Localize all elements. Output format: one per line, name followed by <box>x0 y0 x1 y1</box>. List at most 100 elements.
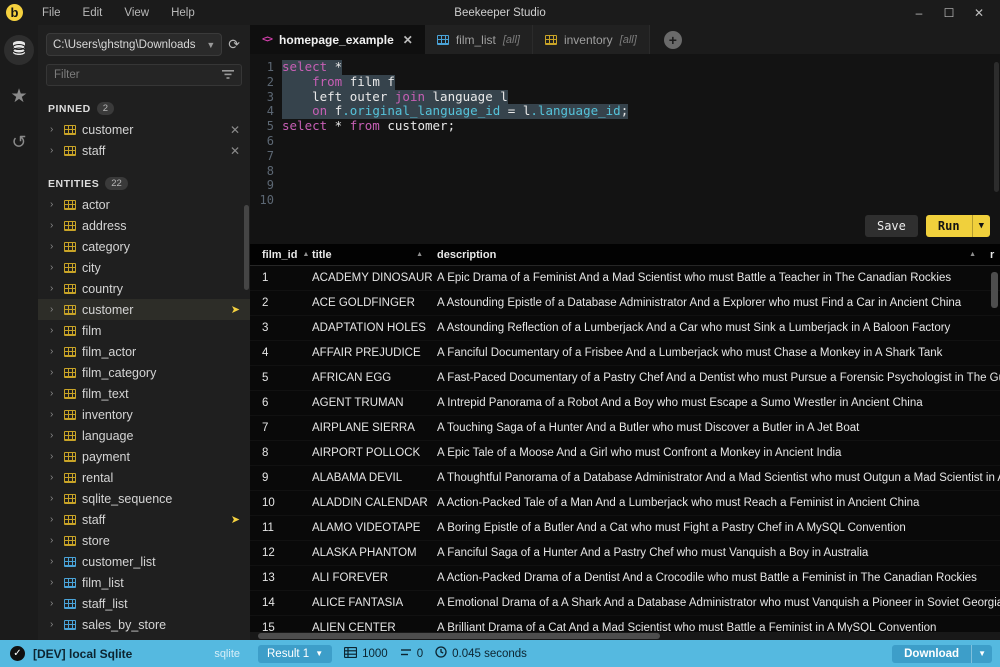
pin-icon[interactable]: ➤ <box>231 303 242 316</box>
editor-scrollbar[interactable] <box>994 62 999 192</box>
chevron-right-icon[interactable]: › <box>50 577 58 588</box>
table-row[interactable]: 14ALICE FANTASIAA Emotional Drama of a A… <box>250 591 1000 616</box>
entity-item-film_actor[interactable]: ›film_actor <box>38 341 250 362</box>
chevron-right-icon[interactable]: › <box>50 598 58 609</box>
table-row[interactable]: 7AIRPLANE SIERRAA Touching Saga of a Hun… <box>250 416 1000 441</box>
tab-film-list[interactable]: film_list [all] <box>425 25 533 54</box>
entity-item-country[interactable]: ›country <box>38 278 250 299</box>
table-row[interactable]: 8AIRPORT POLLOCKA Epic Tale of a Moose A… <box>250 441 1000 466</box>
table-row[interactable]: 6AGENT TRUMANA Intrepid Panorama of a Ro… <box>250 391 1000 416</box>
tables-rail-button[interactable] <box>4 35 34 65</box>
code-line[interactable]: 7 <box>250 149 1000 164</box>
chevron-right-icon[interactable]: › <box>50 493 58 504</box>
sort-icon[interactable]: ▲ <box>416 251 423 258</box>
maximize-button[interactable]: ☐ <box>938 6 960 20</box>
chevron-right-icon[interactable]: › <box>50 283 58 294</box>
entity-item-inventory[interactable]: ›inventory <box>38 404 250 425</box>
close-icon[interactable]: ✕ <box>403 33 413 47</box>
menu-help[interactable]: Help <box>162 4 204 22</box>
tab-homepage-example[interactable]: <> homepage_example ✕ <box>250 25 425 54</box>
menu-edit[interactable]: Edit <box>74 4 112 22</box>
database-selector[interactable]: C:\Users\ghstng\Downloads ▼ <box>46 33 222 56</box>
history-rail-button[interactable]: ↺ <box>4 127 34 157</box>
table-row[interactable]: 5AFRICAN EGGA Fast-Paced Documentary of … <box>250 366 1000 391</box>
chevron-right-icon[interactable]: › <box>50 124 58 135</box>
unpin-icon[interactable]: ✕ <box>230 123 242 137</box>
entity-item-sqlite_sequence[interactable]: ›sqlite_sequence <box>38 488 250 509</box>
table-row[interactable]: 9ALABAMA DEVILA Thoughtful Panorama of a… <box>250 466 1000 491</box>
unpin-icon[interactable]: ✕ <box>230 144 242 158</box>
chevron-right-icon[interactable]: › <box>50 535 58 546</box>
table-row[interactable]: 12ALASKA PHANTOMA Fanciful Saga of a Hun… <box>250 541 1000 566</box>
filter-input[interactable]: Filter <box>46 64 242 86</box>
grid-horizontal-scrollbar[interactable] <box>258 633 660 639</box>
run-options-caret[interactable]: ▼ <box>972 215 990 237</box>
entity-item-actor[interactable]: ›actor <box>38 194 250 215</box>
code-line[interactable]: 6 <box>250 134 1000 149</box>
column-header-partial[interactable]: r <box>990 249 1000 261</box>
code-line[interactable]: 5select * from customer; <box>250 119 1000 134</box>
run-button[interactable]: Run <box>926 215 972 237</box>
result-selector[interactable]: Result 1 ▼ <box>258 645 332 663</box>
chevron-right-icon[interactable]: › <box>50 367 58 378</box>
table-row[interactable]: 11ALAMO VIDEOTAPEA Boring Epistle of a B… <box>250 516 1000 541</box>
entity-item-film_category[interactable]: ›film_category <box>38 362 250 383</box>
pinned-item-staff[interactable]: ›staff✕ <box>38 140 250 161</box>
refresh-icon[interactable]: ⟳ <box>226 36 242 53</box>
chevron-right-icon[interactable]: › <box>50 430 58 441</box>
code-line[interactable]: 4 on f.original_language_id = l.language… <box>250 104 1000 119</box>
code-line[interactable]: 1select * <box>250 60 1000 75</box>
sort-icon[interactable]: ▲ <box>302 251 309 258</box>
chevron-right-icon[interactable]: › <box>50 451 58 462</box>
entity-item-language[interactable]: ›language <box>38 425 250 446</box>
chevron-right-icon[interactable]: › <box>50 409 58 420</box>
entity-item-category[interactable]: ›category <box>38 236 250 257</box>
table-row[interactable]: 2ACE GOLDFINGERA Astounding Epistle of a… <box>250 291 1000 316</box>
table-row[interactable]: 4AFFAIR PREJUDICEA Fanciful Documentary … <box>250 341 1000 366</box>
chevron-right-icon[interactable]: › <box>50 325 58 336</box>
close-button[interactable]: ✕ <box>968 6 990 20</box>
tab-inventory[interactable]: inventory [all] <box>533 25 650 54</box>
favorites-rail-button[interactable]: ★ <box>4 81 34 111</box>
grid-horizontal-scrollbar-track[interactable] <box>250 632 1000 640</box>
entity-item-film[interactable]: ›film <box>38 320 250 341</box>
chevron-right-icon[interactable]: › <box>50 556 58 567</box>
column-header-description[interactable]: description ▲ <box>437 249 990 261</box>
chevron-right-icon[interactable]: › <box>50 514 58 525</box>
entity-item-address[interactable]: ›address <box>38 215 250 236</box>
download-button[interactable]: Download <box>892 645 971 663</box>
chevron-right-icon[interactable]: › <box>50 346 58 357</box>
table-row[interactable]: 1ACADEMY DINOSAURA Epic Drama of a Femin… <box>250 266 1000 291</box>
sql-editor[interactable]: 1select *2 from film f3 left outer join … <box>250 54 1000 244</box>
entity-item-staff[interactable]: ›staff➤ <box>38 509 250 530</box>
chevron-right-icon[interactable]: › <box>50 145 58 156</box>
code-line[interactable]: 8 <box>250 164 1000 179</box>
pin-icon[interactable]: ➤ <box>231 513 242 526</box>
grid-vertical-scrollbar[interactable] <box>991 272 998 308</box>
code-line[interactable]: 9 <box>250 178 1000 193</box>
chevron-right-icon[interactable]: › <box>50 304 58 315</box>
chevron-right-icon[interactable]: › <box>50 619 58 630</box>
entity-item-staff_list[interactable]: ›staff_list <box>38 593 250 614</box>
chevron-right-icon[interactable]: › <box>50 199 58 210</box>
code-line[interactable]: 3 left outer join language l <box>250 90 1000 105</box>
entity-item-city[interactable]: ›city <box>38 257 250 278</box>
entity-item-payment[interactable]: ›payment <box>38 446 250 467</box>
column-header-title[interactable]: title ▲ <box>312 249 437 261</box>
chevron-right-icon[interactable]: › <box>50 388 58 399</box>
entity-item-film_text[interactable]: ›film_text <box>38 383 250 404</box>
column-header-film-id[interactable]: film_id ▲ <box>250 249 312 261</box>
sidebar-scrollbar[interactable] <box>244 205 249 290</box>
entity-item-film_list[interactable]: ›film_list <box>38 572 250 593</box>
download-options-caret[interactable]: ▼ <box>971 645 992 663</box>
menu-file[interactable]: File <box>33 4 70 22</box>
sort-icon[interactable]: ▲ <box>969 251 976 258</box>
entity-item-rental[interactable]: ›rental <box>38 467 250 488</box>
entity-item-customer_list[interactable]: ›customer_list <box>38 551 250 572</box>
chevron-right-icon[interactable]: › <box>50 472 58 483</box>
chevron-right-icon[interactable]: › <box>50 220 58 231</box>
chevron-right-icon[interactable]: › <box>50 262 58 273</box>
chevron-right-icon[interactable]: › <box>50 241 58 252</box>
table-row[interactable]: 13ALI FOREVERA Action-Packed Drama of a … <box>250 566 1000 591</box>
entity-item-store[interactable]: ›store <box>38 530 250 551</box>
